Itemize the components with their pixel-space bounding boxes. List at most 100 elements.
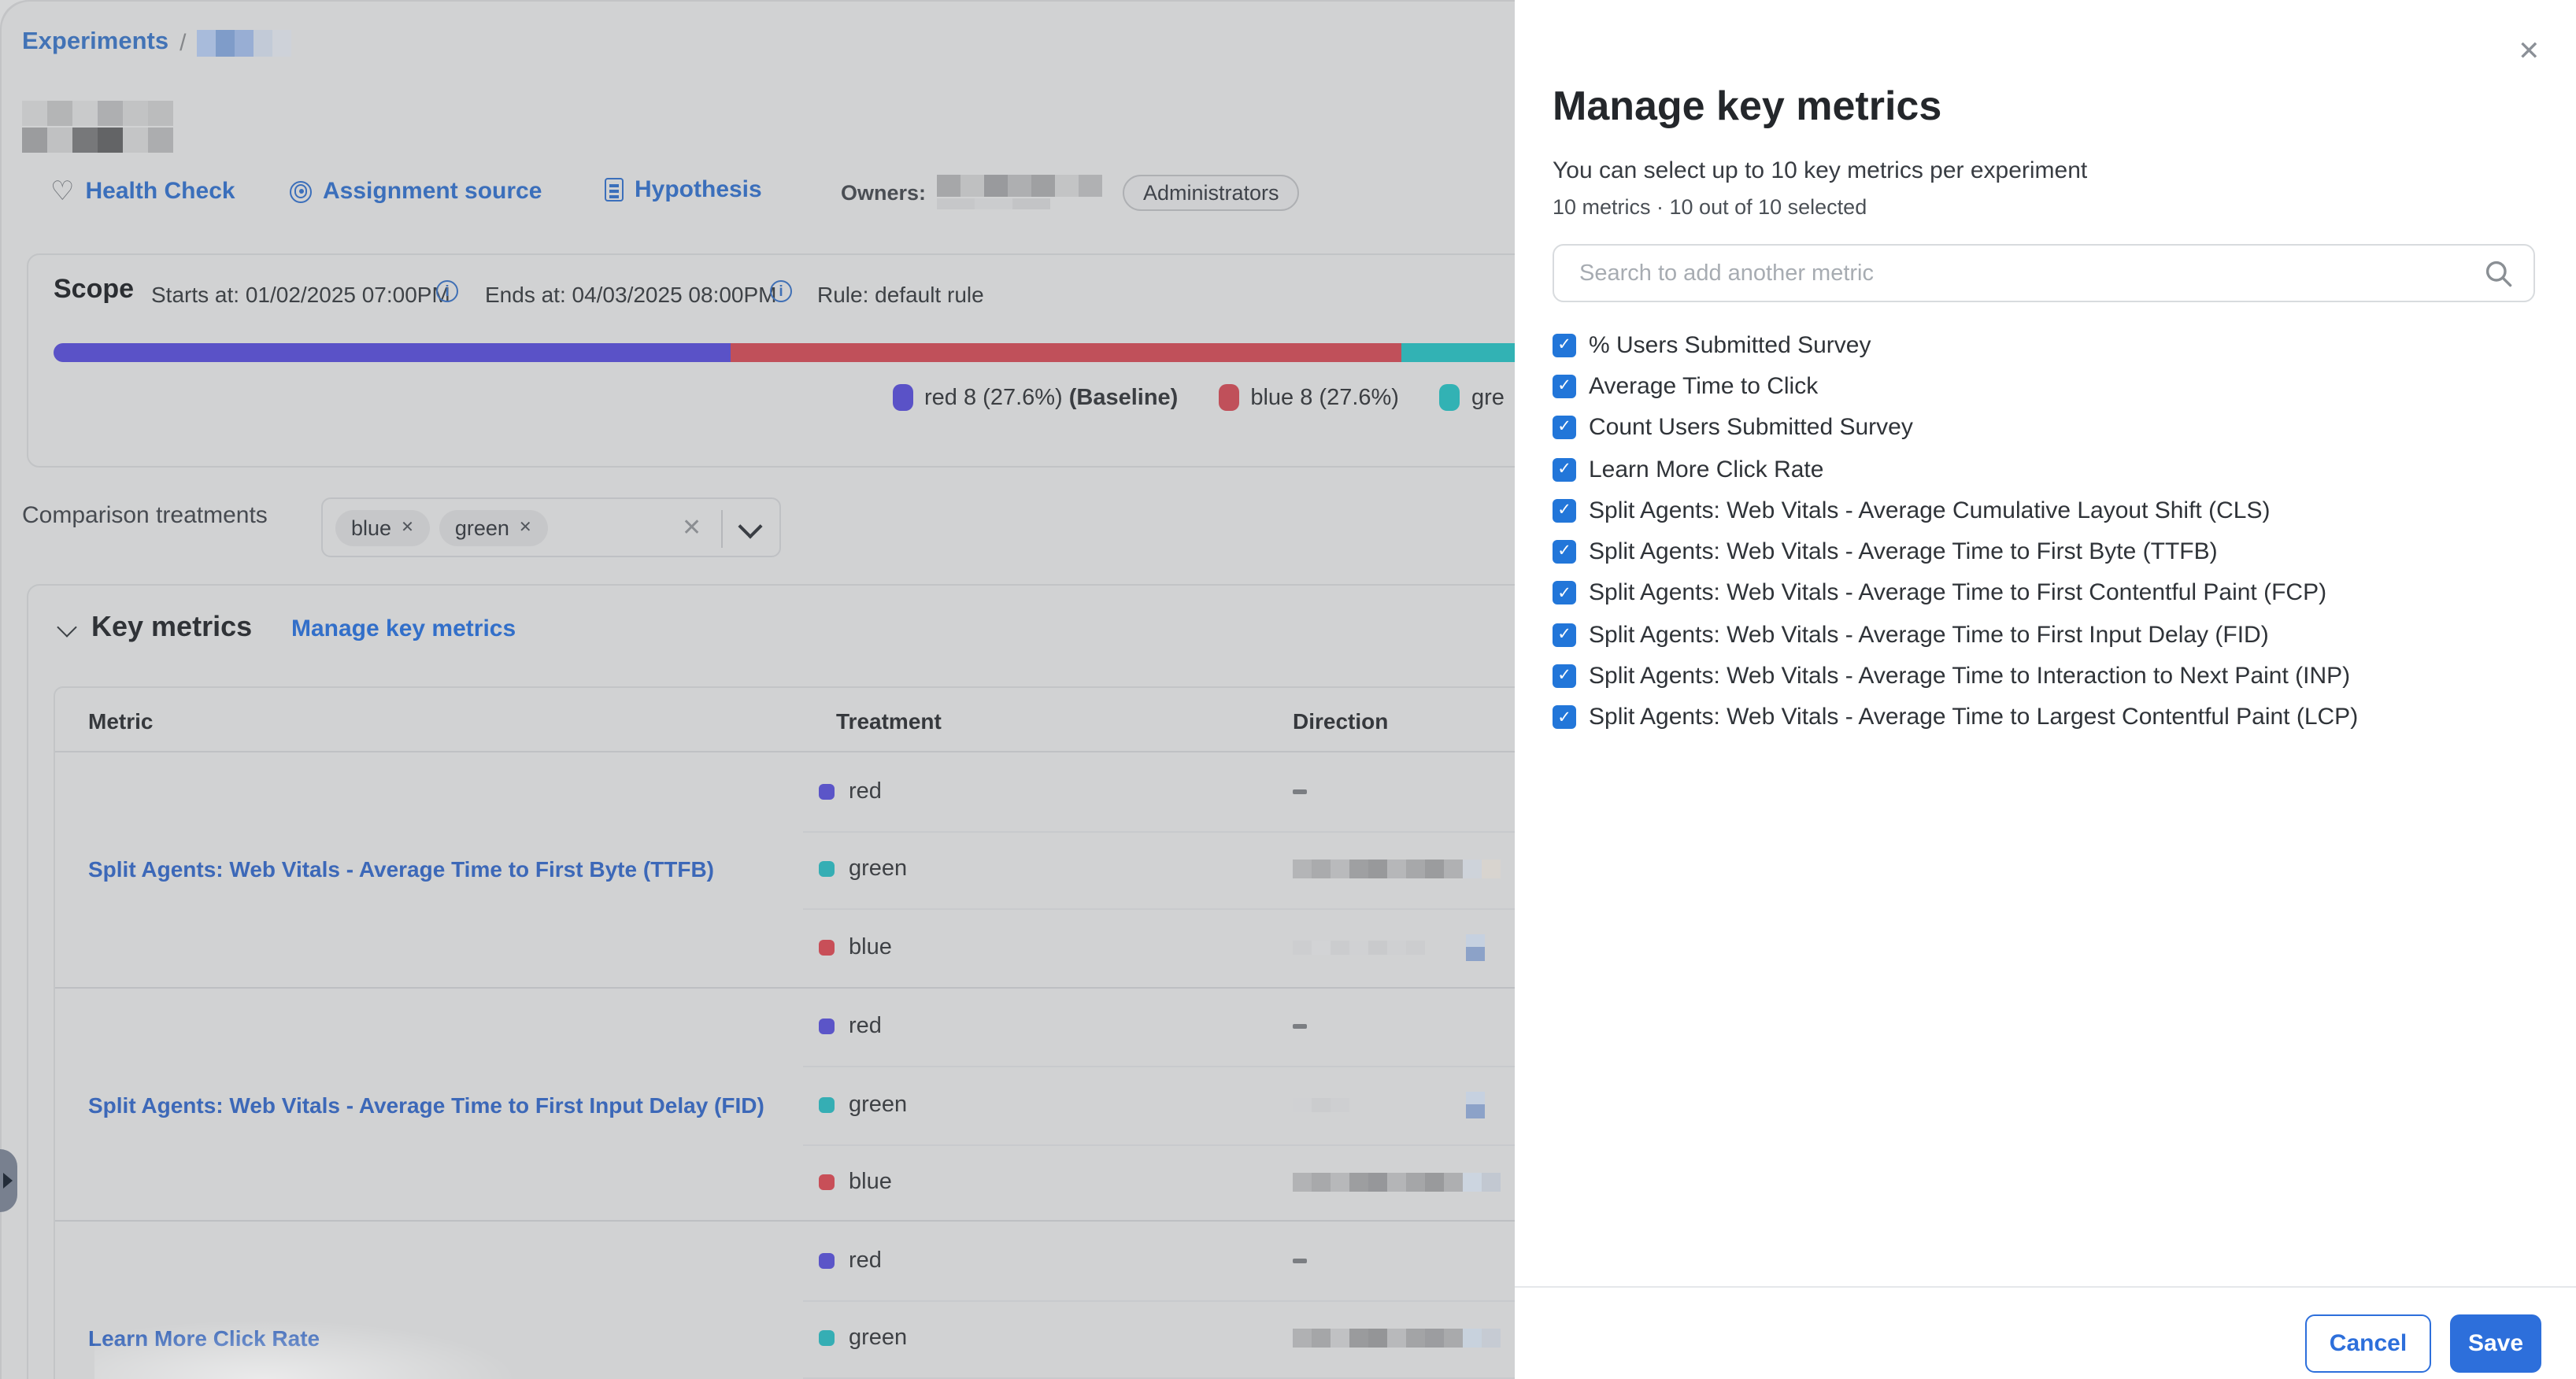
- administrators-chip: Administrators: [1123, 175, 1300, 211]
- legend-item: blue 8 (27.6%): [1219, 384, 1399, 411]
- bar-segment-red: [54, 343, 731, 362]
- legend-label: blue 8 (27.6%): [1250, 385, 1399, 410]
- checkbox-checked-icon[interactable]: ✓: [1553, 333, 1576, 357]
- sidebar-expander[interactable]: [0, 1149, 17, 1212]
- legend-label: gre: [1471, 385, 1505, 410]
- treatment-label: blue: [849, 935, 892, 960]
- metric-list-item[interactable]: ✓% Users Submitted Survey: [1553, 324, 2560, 366]
- scope-rule: Rule: default rule: [817, 282, 984, 307]
- collapse-chevron-icon[interactable]: [57, 617, 76, 637]
- redacted-experiment-name: [197, 29, 291, 56]
- select-divider: [721, 510, 723, 548]
- direction-redacted-value: [1293, 860, 1501, 879]
- cancel-button[interactable]: Cancel: [2305, 1314, 2431, 1373]
- checkbox-checked-icon[interactable]: ✓: [1553, 540, 1576, 564]
- comparison-treatments-select[interactable]: blue ✕ green ✕ ✕: [321, 497, 781, 557]
- redacted-experiment-title: [22, 101, 173, 153]
- metric-list-item[interactable]: ✓ Split Agents: Web Vitals - Average Time…: [1553, 531, 2560, 573]
- treatment-color-dot: [819, 1019, 835, 1035]
- direction-empty: [1293, 1025, 1307, 1030]
- direction-redacted-value: [1293, 1174, 1501, 1192]
- heart-icon: ♡: [50, 178, 75, 205]
- chevron-down-icon[interactable]: [738, 514, 762, 538]
- checkbox-checked-icon[interactable]: ✓: [1553, 416, 1576, 439]
- metric-list-item[interactable]: ✓ Split Agents: Web Vitals - Average Time…: [1553, 697, 2560, 738]
- owners-label: Owners:: [841, 181, 926, 205]
- legend-label: red 8 (27.6%): [924, 385, 1063, 410]
- manage-key-metrics-link[interactable]: Manage key metrics: [291, 616, 516, 642]
- metric-label: Split Agents: Web Vitals - Average Time …: [1589, 538, 2218, 565]
- direction-empty: [1293, 1259, 1307, 1263]
- column-header-treatment: Treatment: [836, 708, 942, 734]
- metric-label: Average Time to Click: [1589, 373, 1818, 400]
- key-metrics-title: Key metrics: [91, 611, 252, 644]
- chip-label: blue: [351, 516, 391, 540]
- metric-search: [1553, 244, 2535, 302]
- treatment-label: red: [849, 779, 882, 804]
- treatment-label: green: [849, 1326, 907, 1351]
- scope-starts-at: Starts at: 01/02/2025 07:00PM: [151, 282, 450, 307]
- treatment-color-dot: [819, 1175, 835, 1191]
- scope-ends-at: Ends at: 04/03/2025 08:00PM: [485, 282, 777, 307]
- metric-list-item[interactable]: ✓ Count Users Submitted Survey: [1553, 407, 2560, 449]
- checkbox-checked-icon[interactable]: ✓: [1553, 457, 1576, 481]
- metrics-count: 10 metrics · 10 out of 10 selected: [1553, 195, 1867, 219]
- metric-list-item[interactable]: ✓Split Agents: Web Vitals - Average Cumu…: [1553, 490, 2560, 531]
- legend-swatch: [893, 384, 913, 411]
- treatment-color-dot: [819, 784, 835, 800]
- comparison-treatments-label: Comparison treatments: [22, 502, 268, 529]
- bar-segment-blue: [731, 343, 1402, 362]
- treatment-chip-blue[interactable]: blue ✕: [335, 510, 430, 546]
- tab-hypothesis[interactable]: Hypothesis: [605, 176, 762, 203]
- info-icon[interactable]: i: [436, 280, 458, 302]
- treatment-color-dot: [819, 1097, 835, 1113]
- checkbox-checked-icon[interactable]: ✓: [1553, 375, 1576, 398]
- metric-list-item[interactable]: ✓ Split Agents: Web Vitals - Average Time…: [1553, 573, 2560, 615]
- metric-label: Split Agents: Web Vitals - Average Time …: [1589, 621, 2269, 648]
- info-icon[interactable]: i: [770, 280, 792, 302]
- hover-glow: [94, 1319, 520, 1379]
- treatment-color-dot: [819, 1331, 835, 1347]
- metric-search-input[interactable]: [1576, 259, 2467, 287]
- treatment-label: green: [849, 1092, 907, 1118]
- treatment-chip-green[interactable]: green ✕: [439, 510, 548, 546]
- panel-subtitle: You can select up to 10 key metrics per …: [1553, 157, 2087, 184]
- checkbox-checked-icon[interactable]: ✓: [1553, 499, 1576, 523]
- legend-item: gre: [1440, 384, 1505, 411]
- close-icon[interactable]: ✕: [2518, 38, 2541, 65]
- treatment-label: blue: [849, 1170, 892, 1196]
- metric-list-item[interactable]: ✓Learn More Click Rate: [1553, 449, 2560, 490]
- remove-chip-icon[interactable]: ✕: [401, 519, 414, 537]
- direction-redacted-value: [1293, 1329, 1501, 1348]
- metric-list-item[interactable]: ✓ Split Agents: Web Vitals - Average Time…: [1553, 614, 2560, 656]
- metric-list-item[interactable]: ✓ Average Time to Click: [1553, 366, 2560, 408]
- breadcrumb-experiments-link[interactable]: Experiments: [22, 28, 168, 57]
- panel-title: Manage key metrics: [1553, 82, 1941, 131]
- metric-label: Split Agents: Web Vitals - Average Time …: [1589, 580, 2326, 607]
- checkbox-checked-icon[interactable]: ✓: [1553, 623, 1576, 646]
- tab-assignment-source-label: Assignment source: [323, 178, 542, 205]
- breadcrumb: Experiments /: [22, 28, 291, 57]
- remove-chip-icon[interactable]: ✕: [519, 519, 532, 537]
- metric-label: Count Users Submitted Survey: [1589, 414, 1913, 441]
- checkbox-checked-icon[interactable]: ✓: [1553, 706, 1576, 730]
- treatment-label: red: [849, 1248, 882, 1274]
- checkbox-checked-icon[interactable]: ✓: [1553, 664, 1576, 688]
- redacted-owner-name: [937, 175, 1102, 209]
- save-button[interactable]: Save: [2450, 1314, 2541, 1373]
- checkbox-checked-icon[interactable]: ✓: [1553, 582, 1576, 605]
- clear-selection-icon[interactable]: ✕: [682, 513, 701, 542]
- tab-health-check[interactable]: ♡ Health Check: [50, 178, 235, 205]
- chip-label: green: [455, 516, 509, 540]
- legend-swatch: [1440, 384, 1460, 411]
- treatment-legend: red 8 (27.6%)(Baseline)blue 8 (27.6%)gre: [893, 384, 1505, 411]
- treatment-color-dot: [819, 862, 835, 878]
- search-icon: [2483, 257, 2515, 289]
- treatment-color-dot: [819, 1253, 835, 1269]
- column-header-direction: Direction: [1293, 708, 1388, 734]
- metric-label: Split Agents: Web Vitals - Average Time …: [1589, 704, 2358, 731]
- scope-title: Scope: [54, 274, 134, 305]
- metric-list-item[interactable]: ✓Split Agents: Web Vitals - Average Time…: [1553, 656, 2560, 697]
- arrow-right-icon: [3, 1173, 13, 1189]
- tab-assignment-source[interactable]: Assignment source: [290, 178, 542, 205]
